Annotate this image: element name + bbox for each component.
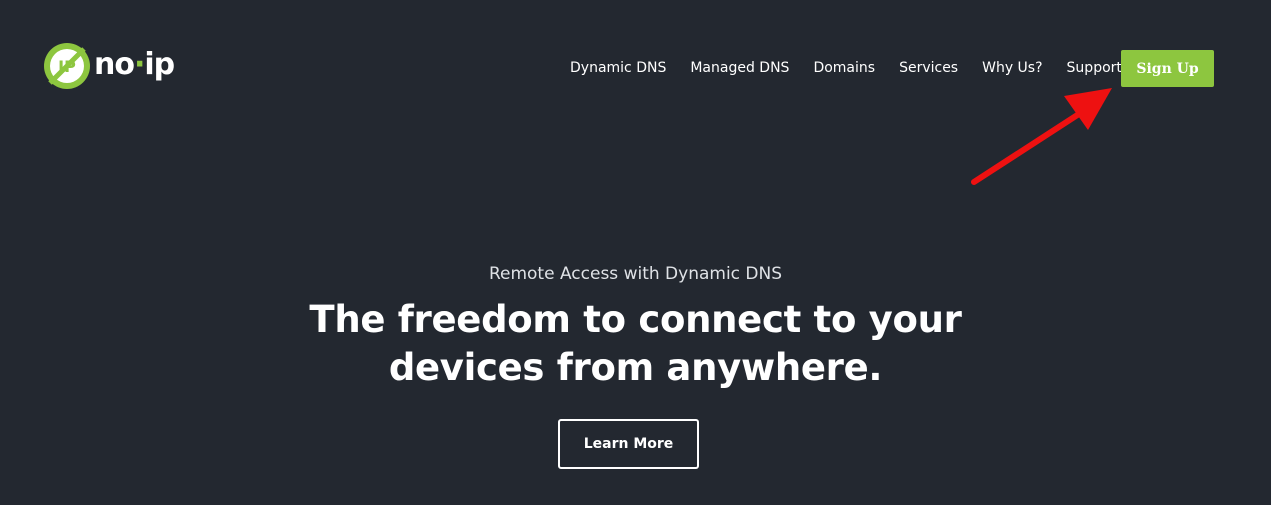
sign-up-button[interactable]: Sign Up xyxy=(1121,50,1214,87)
logo-wordmark: no·ip xyxy=(94,46,175,82)
nav-domains[interactable]: Domains xyxy=(801,50,887,87)
site-logo[interactable]: IP no·ip xyxy=(42,42,175,90)
noip-logo-icon: IP xyxy=(44,43,90,89)
hero-subtitle: Remote Access with Dynamic DNS xyxy=(488,264,783,284)
nav-managed-dns[interactable]: Managed DNS xyxy=(678,50,801,87)
svg-text:IP: IP xyxy=(58,57,76,76)
red-arrow-icon xyxy=(971,88,1112,185)
learn-more-button[interactable]: Learn More xyxy=(558,419,699,469)
hero-title: The freedom to connect to your devices f… xyxy=(309,298,962,389)
nav-services[interactable]: Services xyxy=(887,50,970,87)
hero-section: Remote Access with Dynamic DNS The freed… xyxy=(0,260,1271,392)
nav-dynamic-dns[interactable]: Dynamic DNS xyxy=(558,50,678,87)
